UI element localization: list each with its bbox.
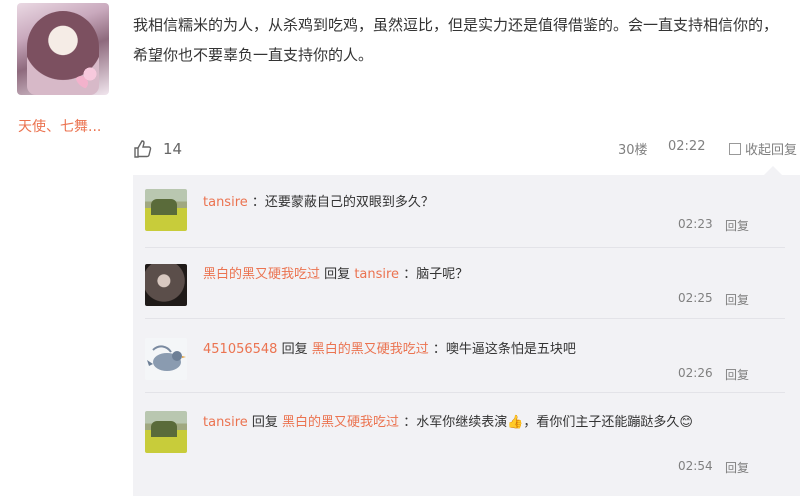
reply-avatar[interactable] <box>145 411 187 453</box>
reply-avatar[interactable] <box>145 338 187 380</box>
reply-button[interactable]: 回复 <box>725 366 749 383</box>
reply-username[interactable]: tansire <box>203 415 248 430</box>
reply-text: ：水军你继续表演👍，看你们主子还能蹦跶多久😊 <box>403 415 693 430</box>
reply-target[interactable]: tansire <box>354 267 399 282</box>
reply-word: 回复 <box>281 342 308 357</box>
bird-icon <box>147 345 186 371</box>
post-author-avatar[interactable] <box>17 3 109 95</box>
post-time: 02:22 <box>668 139 706 154</box>
reply-divider <box>145 392 785 393</box>
floor-number: 30楼 <box>618 143 648 158</box>
reply-button[interactable]: 回复 <box>725 217 749 234</box>
reply-text: ：还要蒙蔽自己的双眼到多久？ <box>251 195 434 210</box>
reply-line: tansire 回复 黑白的黑又硬我吃过 ：水军你继续表演👍，看你们主子还能蹦跶… <box>203 412 743 434</box>
reply-button[interactable]: 回复 <box>725 291 749 308</box>
checkbox-icon <box>729 142 741 155</box>
reply-divider <box>145 247 785 248</box>
like-count: 14 <box>163 140 183 158</box>
reply-line: tansire ：还要蒙蔽自己的双眼到多久？ <box>203 192 434 214</box>
reply-button[interactable]: 回复 <box>725 459 749 476</box>
reply-word: 回复 <box>251 415 278 430</box>
reply-divider <box>145 318 785 319</box>
reply-line: 451056548 回复 黑白的黑又硬我吃过 ：噢牛逼这条怕是五块吧 <box>203 339 576 361</box>
reply-time: 02:54 <box>678 459 713 473</box>
reply-target[interactable]: 黑白的黑又硬我吃过 <box>282 415 399 430</box>
reply-text: ：脑子呢？ <box>403 267 469 282</box>
reply-time: 02:25 <box>678 291 713 305</box>
reply-line: 黑白的黑又硬我吃过 回复 tansire ：脑子呢？ <box>203 264 468 286</box>
reply-avatar[interactable] <box>145 189 187 231</box>
post-text: 我相信糯米的为人，从杀鸡到吃鸡，虽然逗比，但是实力还是值得借鉴的。会一直支持相信… <box>133 16 779 64</box>
post-author-name[interactable]: 天使、七舞... <box>18 116 101 136</box>
reply-avatar[interactable] <box>145 264 187 306</box>
reply-time: 02:26 <box>678 366 713 380</box>
reply-word: 回复 <box>324 267 351 282</box>
reply-text: ：噢牛逼这条怕是五块吧 <box>432 342 576 357</box>
reply-target[interactable]: 黑白的黑又硬我吃过 <box>312 342 429 357</box>
thumbs-up-icon <box>133 139 153 159</box>
collapse-replies-button[interactable]: 收起回复 <box>729 139 797 158</box>
reply-panel-caret <box>764 166 782 175</box>
reply-time: 02:23 <box>678 217 713 231</box>
collapse-replies-label: 收起回复 <box>745 143 798 158</box>
reply-username[interactable]: tansire <box>203 195 248 210</box>
like-button[interactable]: 14 <box>133 139 182 159</box>
reply-username[interactable]: 黑白的黑又硬我吃过 <box>203 267 320 282</box>
reply-username[interactable]: 451056548 <box>203 342 277 357</box>
